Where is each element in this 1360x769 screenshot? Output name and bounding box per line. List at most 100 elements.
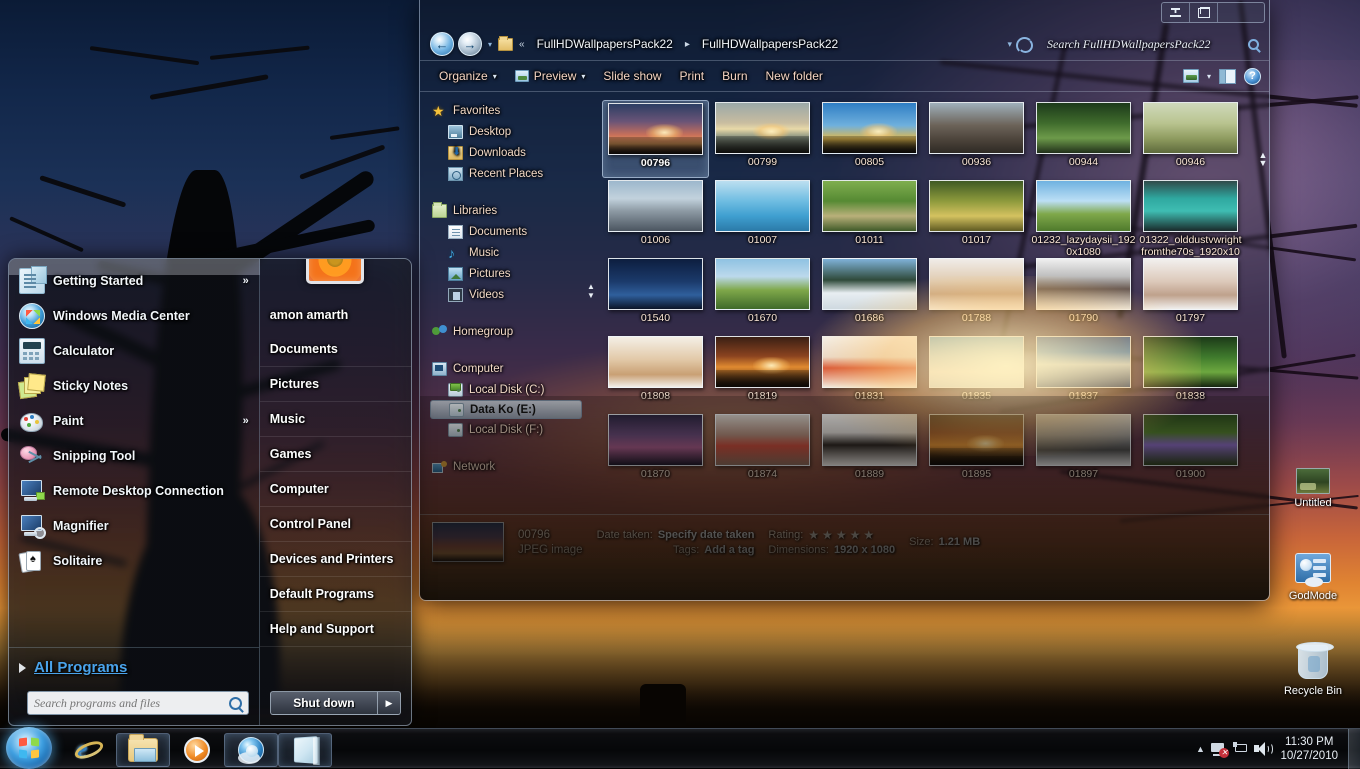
forward-button[interactable]: → bbox=[458, 32, 482, 56]
chevron-down-icon[interactable]: ▾ bbox=[1207, 72, 1211, 81]
explorer-titlebar[interactable] bbox=[420, 0, 1269, 28]
avatar[interactable] bbox=[306, 258, 364, 284]
start-user-name[interactable]: amon amarth bbox=[260, 297, 411, 332]
file-item[interactable]: 00805 bbox=[816, 100, 923, 178]
start-place-computer[interactable]: Computer bbox=[260, 472, 411, 507]
address-bar[interactable]: ← → ▾ « FullHDWallpapersPack22 ▸ FullHDW… bbox=[420, 28, 1269, 60]
all-programs-button[interactable]: All Programs bbox=[9, 647, 259, 687]
window-controls[interactable] bbox=[1161, 2, 1265, 23]
sidebar-item-desktop[interactable]: Desktop bbox=[430, 121, 598, 142]
tray-network-error-button[interactable]: ✕ bbox=[1208, 732, 1230, 766]
start-item-calculator[interactable]: Calculator bbox=[11, 333, 257, 368]
sidebar-item-favorites[interactable]: ★ Favorites bbox=[430, 100, 598, 121]
chevron-down-icon[interactable]: ▾ bbox=[1007, 39, 1012, 50]
breadcrumb-overflow[interactable]: « bbox=[517, 39, 527, 50]
start-item-paint[interactable]: Paint » bbox=[11, 403, 257, 438]
start-menu[interactable]: Getting Started » Windows Media Center C… bbox=[8, 258, 412, 726]
clock[interactable]: 11:30 PM 10/27/2010 bbox=[1274, 735, 1346, 763]
search-input[interactable]: Search FullHDWallpapersPack22 bbox=[1047, 37, 1244, 52]
search-box[interactable]: Search FullHDWallpapersPack22 bbox=[1041, 34, 1263, 55]
taskbar-button-windows-media-player[interactable] bbox=[170, 733, 224, 767]
sidebar-item-libraries[interactable]: Libraries bbox=[430, 200, 598, 221]
file-item[interactable]: 01232_lazydaysii_1920x1080 bbox=[1030, 178, 1137, 256]
desktop-icon-godmode[interactable]: GodMode bbox=[1270, 553, 1356, 603]
start-place-pictures[interactable]: Pictures bbox=[260, 367, 411, 402]
taskbar-button-windows-explorer[interactable] bbox=[116, 733, 170, 767]
file-item[interactable]: 01670 bbox=[709, 256, 816, 334]
file-item[interactable]: 00796 bbox=[602, 100, 709, 178]
start-place-help-and-support[interactable]: Help and Support bbox=[260, 612, 411, 647]
desktop-icon-recycle-bin[interactable]: Recycle Bin bbox=[1270, 645, 1356, 698]
file-item[interactable]: 01007 bbox=[709, 178, 816, 256]
sidebar-item-downloads[interactable]: Downloads bbox=[430, 142, 598, 163]
slide-show-button[interactable]: Slide show bbox=[594, 66, 670, 86]
file-item[interactable]: 01540 bbox=[602, 256, 709, 334]
show-hidden-icons-button[interactable]: ▲ bbox=[1192, 732, 1208, 766]
sidebar-item-pictures[interactable]: Pictures bbox=[430, 263, 598, 284]
nav-pane-splitter[interactable]: ▲ ▼ bbox=[586, 282, 596, 300]
close-button[interactable] bbox=[1218, 3, 1264, 22]
tray-network-button[interactable] bbox=[1230, 732, 1252, 766]
start-place-games[interactable]: Games bbox=[260, 437, 411, 472]
start-item-solitaire[interactable]: Solitaire bbox=[11, 543, 257, 578]
file-list-scrollbar[interactable]: ▲ ▼ bbox=[1257, 148, 1269, 170]
start-item-remote-desktop-connection[interactable]: Remote Desktop Connection bbox=[11, 473, 257, 508]
tray-volume-button[interactable] bbox=[1252, 732, 1274, 766]
taskbar[interactable]: e ▲ ✕ 11:30 PM 10/27/2010 bbox=[0, 728, 1360, 768]
burn-button[interactable]: Burn bbox=[713, 66, 756, 86]
breadcrumb-separator[interactable]: ▸ bbox=[683, 39, 692, 50]
file-item[interactable]: 01322_olddustvwrightfromthe70s_1920x1080 bbox=[1137, 178, 1244, 256]
start-item-snipping-tool[interactable]: Snipping Tool bbox=[11, 438, 257, 473]
sidebar-item-videos[interactable]: Videos bbox=[430, 284, 598, 305]
preview-button[interactable]: Preview ▾ bbox=[506, 66, 595, 86]
sidebar-item-homegroup[interactable]: Homegroup bbox=[430, 321, 598, 342]
start-item-sticky-notes[interactable]: Sticky Notes bbox=[11, 368, 257, 403]
file-item[interactable]: 00799 bbox=[709, 100, 816, 178]
taskbar-button-internet-explorer[interactable]: e bbox=[62, 733, 116, 767]
show-desktop-button[interactable] bbox=[1348, 729, 1360, 769]
shutdown-button[interactable]: Shut down bbox=[270, 691, 377, 715]
back-button[interactable]: ← bbox=[430, 32, 454, 56]
start-place-default-programs[interactable]: Default Programs bbox=[260, 577, 411, 612]
recent-pages-dropdown[interactable]: ▾ bbox=[486, 40, 494, 49]
start-item-getting-started[interactable]: Getting Started » bbox=[11, 263, 257, 298]
taskbar-button-chrome[interactable] bbox=[224, 733, 278, 767]
search-input[interactable] bbox=[34, 696, 229, 711]
file-item[interactable]: 01017 bbox=[923, 178, 1030, 256]
sidebar-item-documents[interactable]: Documents bbox=[430, 221, 598, 242]
start-place-control-panel[interactable]: Control Panel bbox=[260, 507, 411, 542]
sidebar-item-computer[interactable]: Computer bbox=[430, 358, 598, 379]
start-place-devices-and-printers[interactable]: Devices and Printers bbox=[260, 542, 411, 577]
file-item[interactable]: 01006 bbox=[602, 178, 709, 256]
breadcrumb-item-1[interactable]: FullHDWallpapersPack22 bbox=[531, 35, 679, 53]
start-menu-program-list[interactable]: Getting Started » Windows Media Center C… bbox=[9, 259, 259, 647]
preview-pane-icon[interactable] bbox=[1219, 69, 1236, 84]
new-folder-button[interactable]: New folder bbox=[757, 66, 832, 86]
start-item-magnifier[interactable]: Magnifier bbox=[11, 508, 257, 543]
restore-button[interactable] bbox=[1190, 3, 1218, 22]
shutdown-options-arrow[interactable]: ▶ bbox=[377, 691, 401, 715]
organize-button[interactable]: Organize ▾ bbox=[430, 66, 506, 86]
file-item[interactable]: 00946 bbox=[1137, 100, 1244, 178]
shutdown-group[interactable]: Shut down ▶ bbox=[270, 691, 401, 715]
start-button[interactable] bbox=[6, 727, 52, 769]
file-item[interactable]: 00944 bbox=[1030, 100, 1137, 178]
print-button[interactable]: Print bbox=[670, 66, 713, 86]
breadcrumb-item-2[interactable]: FullHDWallpapersPack22 bbox=[696, 35, 844, 53]
refresh-icon[interactable] bbox=[1016, 36, 1033, 52]
file-item[interactable]: 01011 bbox=[816, 178, 923, 256]
minimize-button[interactable] bbox=[1162, 3, 1190, 22]
sidebar-item-recent-places[interactable]: Recent Places bbox=[430, 163, 598, 184]
explorer-window[interactable]: ← → ▾ « FullHDWallpapersPack22 ▸ FullHDW… bbox=[419, 0, 1270, 601]
taskbar-button-notepad[interactable] bbox=[278, 733, 332, 767]
sidebar-item-music[interactable]: ♪ Music bbox=[430, 242, 598, 263]
command-toolbar[interactable]: Organize ▾ Preview ▾ Slide show Print Bu… bbox=[420, 60, 1269, 92]
desktop-icon-untitled[interactable]: Untitled bbox=[1270, 468, 1356, 510]
system-tray[interactable]: ▲ ✕ 11:30 PM 10/27/2010 bbox=[1192, 729, 1360, 769]
change-view-icon[interactable] bbox=[1183, 69, 1199, 83]
start-place-music[interactable]: Music bbox=[260, 402, 411, 437]
start-search-box[interactable] bbox=[27, 691, 249, 715]
help-icon[interactable]: ? bbox=[1244, 68, 1261, 85]
file-item[interactable]: 00936 bbox=[923, 100, 1030, 178]
start-place-documents[interactable]: Documents bbox=[260, 332, 411, 367]
